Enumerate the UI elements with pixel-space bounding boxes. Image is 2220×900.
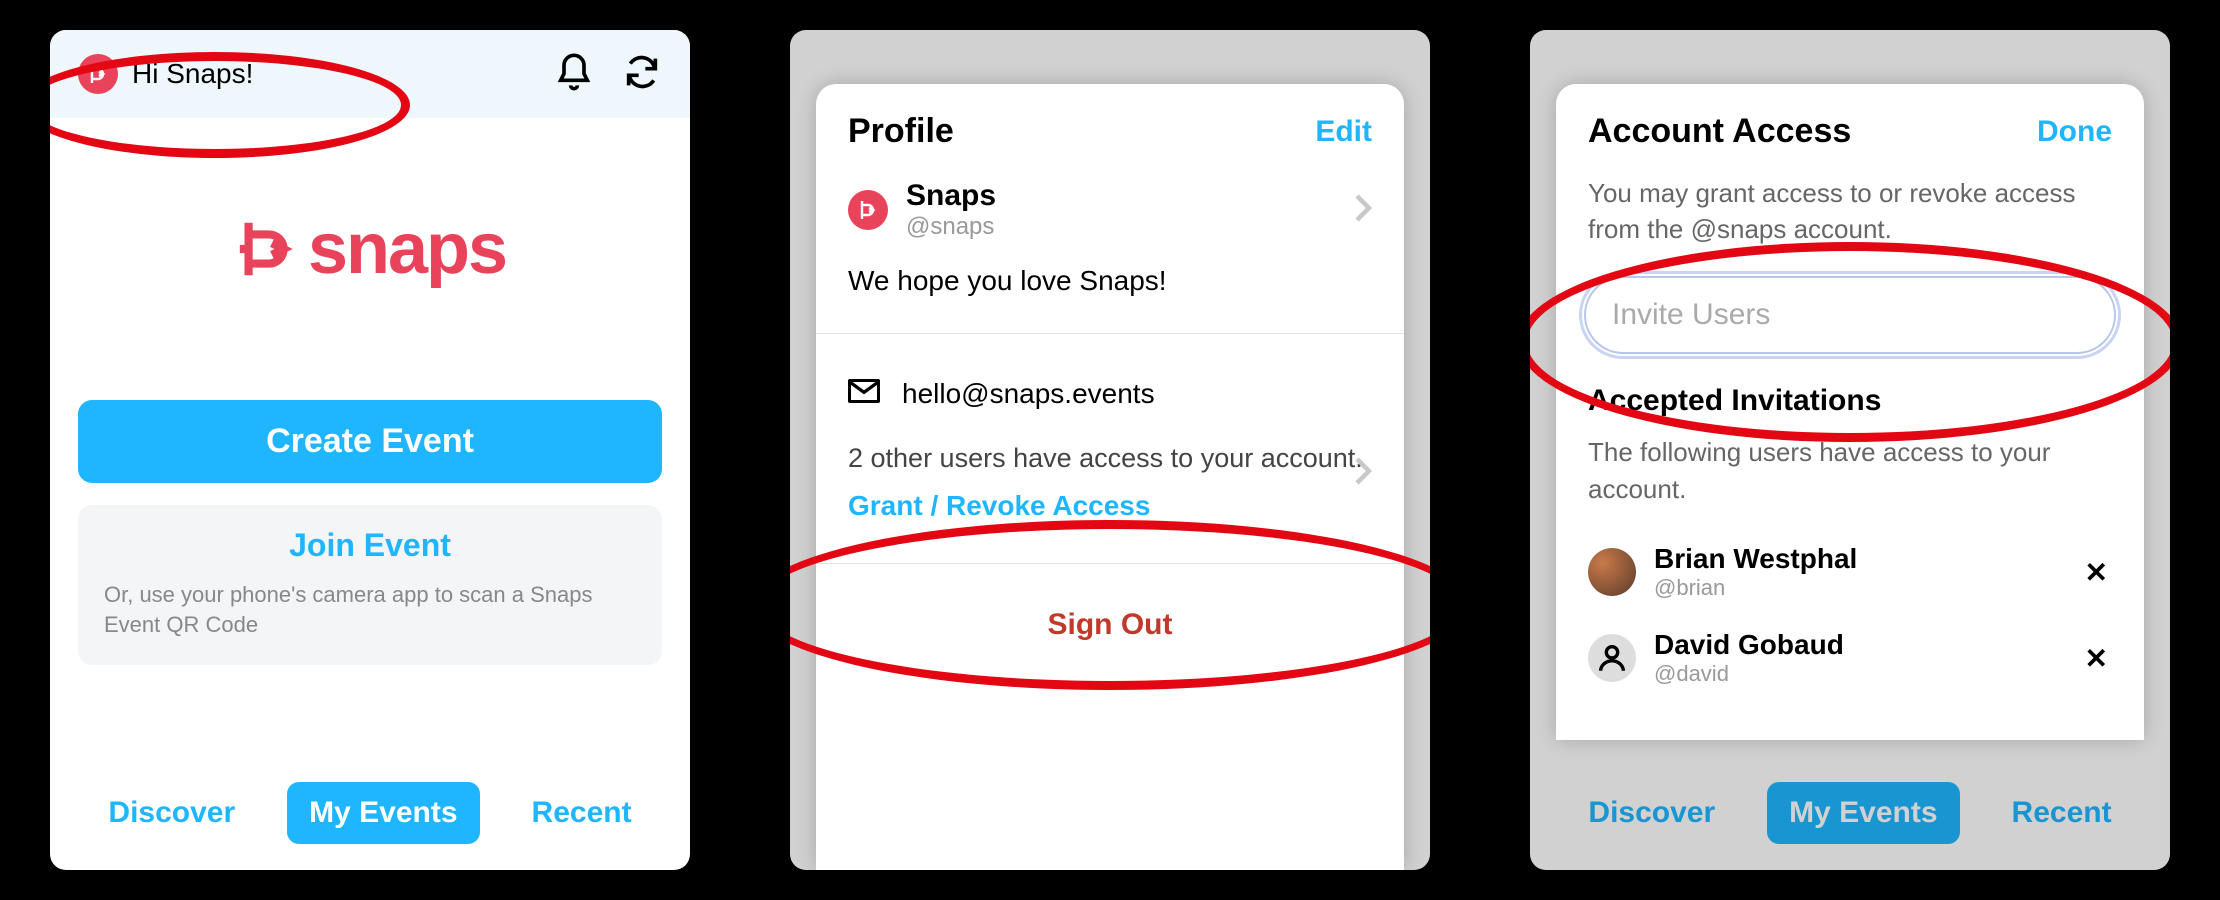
grant-revoke-link[interactable]: Grant / Revoke Access (848, 486, 1372, 525)
access-summary: 2 other users have access to your accoun… (848, 443, 1363, 473)
brand-hero: snaps (50, 208, 690, 290)
edit-button[interactable]: Edit (1315, 115, 1372, 149)
tab-my-events[interactable]: My Events (287, 782, 479, 844)
screen-account-access: Discover My Events Recent Account Access… (1530, 30, 2170, 870)
remove-user-button[interactable]: ✕ (2085, 556, 2108, 589)
background-tabs: Discover My Events Recent (1530, 782, 2170, 844)
screen-profile: Profile Edit Snaps @snaps We hope you lo… (790, 30, 1430, 870)
profile-identity-row[interactable]: Snaps @snaps (816, 171, 1404, 259)
profile-bio: We hope you love Snaps! (816, 259, 1404, 333)
avatar (1588, 548, 1636, 596)
bottom-tabs: Discover My Events Recent (50, 782, 690, 844)
accepted-invitations-sub: The following users have access to your … (1556, 424, 2144, 529)
tab-recent[interactable]: Recent (510, 782, 654, 844)
screen-home: Hi Snaps! snaps Create Event Join Event … (50, 30, 690, 870)
refresh-icon[interactable] (622, 52, 662, 97)
greeting-text: Hi Snaps! (132, 58, 253, 90)
avatar-placeholder-icon (1588, 634, 1636, 682)
join-event-title: Join Event (104, 527, 636, 564)
sign-out-button[interactable]: Sign Out (1048, 608, 1173, 641)
email-row: hello@snaps.events (816, 334, 1404, 430)
accepted-invitations-title: Accepted Invitations (1556, 378, 2144, 424)
profile-handle: @snaps (906, 213, 996, 241)
user-handle: @david (1654, 661, 1844, 687)
done-button[interactable]: Done (2037, 115, 2112, 149)
email-text: hello@snaps.events (902, 378, 1155, 410)
user-row: David Gobaud @david ✕ (1556, 615, 2144, 701)
profile-sheet: Profile Edit Snaps @snaps We hope you lo… (816, 84, 1404, 870)
brand-hero-icon (234, 214, 304, 284)
tab-discover[interactable]: Discover (86, 782, 257, 844)
bell-icon[interactable] (554, 52, 594, 97)
user-name: Brian Westphal (1654, 543, 1857, 575)
user-row: Brian Westphal @brian ✕ (1556, 529, 2144, 615)
access-sheet: Account Access Done You may grant access… (1556, 84, 2144, 740)
join-event-card[interactable]: Join Event Or, use your phone's camera a… (78, 505, 662, 665)
tab-my-events[interactable]: My Events (1767, 782, 1959, 844)
greeting-area[interactable]: Hi Snaps! (78, 54, 253, 94)
app-logo-icon (78, 54, 118, 94)
chevron-right-icon (1354, 456, 1372, 497)
create-event-button[interactable]: Create Event (78, 400, 662, 483)
user-handle: @brian (1654, 575, 1857, 601)
tab-discover[interactable]: Discover (1566, 782, 1737, 844)
tab-recent[interactable]: Recent (1990, 782, 2134, 844)
sheet-title: Account Access (1588, 112, 1851, 151)
profile-name: Snaps (906, 179, 996, 213)
top-bar: Hi Snaps! (50, 30, 690, 118)
brand-hero-text: snaps (308, 208, 506, 290)
remove-user-button[interactable]: ✕ (2085, 642, 2108, 675)
account-access-row[interactable]: 2 other users have access to your accoun… (816, 430, 1404, 535)
user-name: David Gobaud (1654, 629, 1844, 661)
mail-icon (848, 378, 880, 410)
chevron-right-icon (1354, 193, 1372, 228)
sheet-title: Profile (848, 112, 954, 151)
join-event-subtitle: Or, use your phone's camera app to scan … (104, 580, 636, 639)
profile-avatar-icon (848, 190, 888, 230)
invite-users-input[interactable] (1584, 276, 2116, 354)
sheet-subtitle: You may grant access to or revoke access… (1556, 171, 2144, 258)
